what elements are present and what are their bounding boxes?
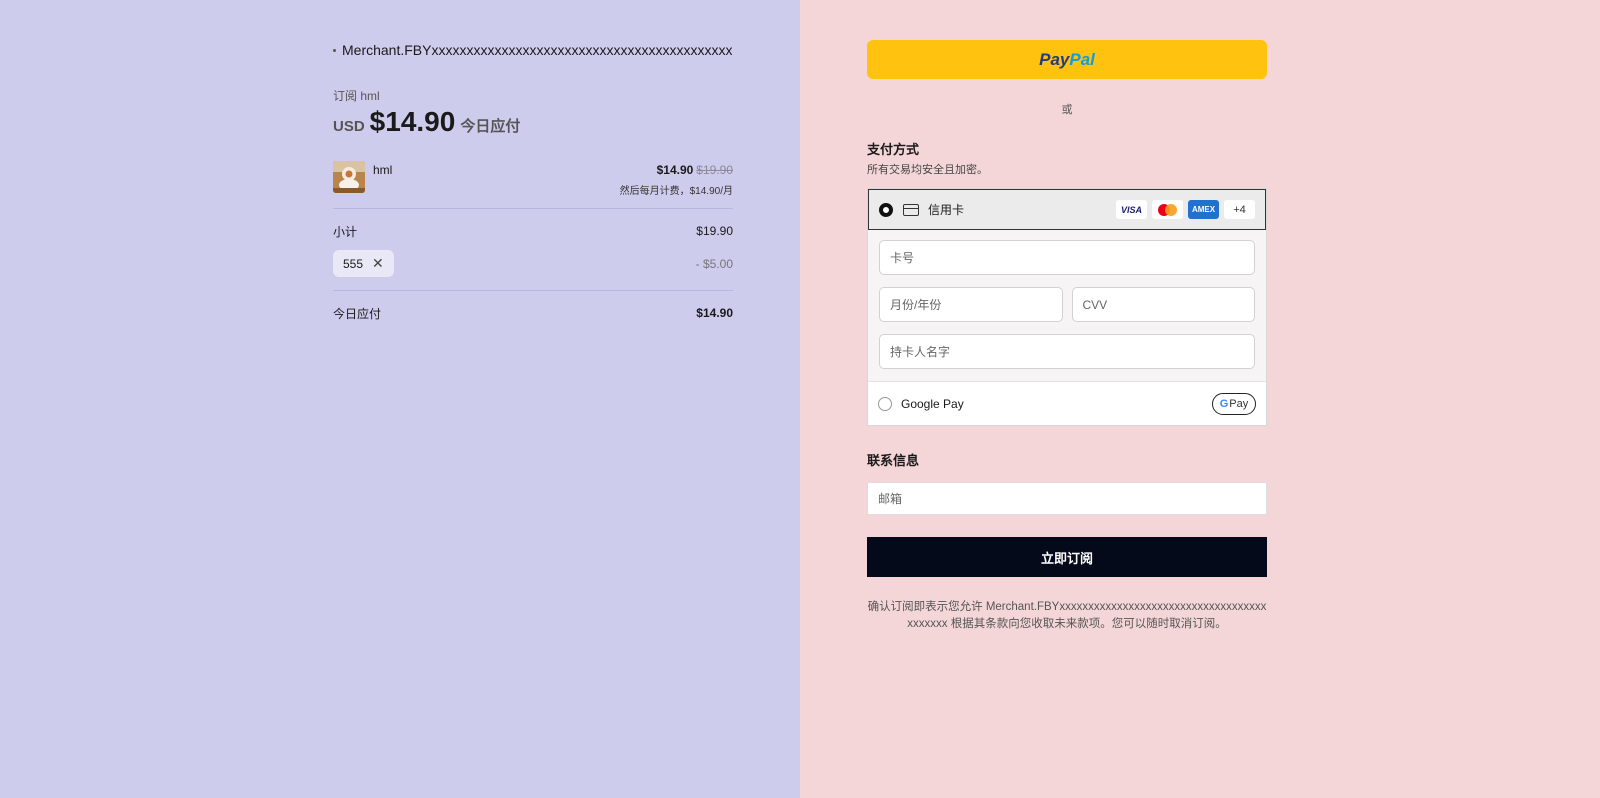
amex-icon: AMEX	[1188, 200, 1219, 219]
amount-due: $14.90	[369, 106, 456, 137]
card-expiry-cvv-row	[879, 287, 1255, 322]
total-value: $14.90	[696, 306, 733, 320]
legal-text: 确认订阅即表示您允许 Merchant.FBYxxxxxxxxxxxxxxxxx…	[867, 601, 1267, 630]
item-prices: $14.90 $19.90 然后每月计费，$14.90/月	[619, 161, 733, 197]
item-original-price: $19.90	[696, 163, 733, 177]
subscribe-label: 订阅 hml	[333, 89, 380, 103]
discount-value: - $5.00	[695, 256, 733, 271]
google-pay-icon: G Pay	[1212, 392, 1256, 415]
paypal-button[interactable]: Pay Pal	[867, 40, 1267, 79]
google-pay-label: Google Pay	[901, 396, 964, 411]
subtotal-value: $19.90	[696, 224, 733, 238]
visa-icon: VISA	[1116, 200, 1147, 219]
payment-form: Pay Pal 或 支付方式 所有交易均安全且加密。 信用卡 VISA AMEX …	[867, 40, 1267, 633]
merchant-name: Merchant.FBYxxxxxxxxxxxxxxxxxxxxxxxxxxxx…	[342, 42, 733, 58]
google-pay-option[interactable]: Google Pay G Pay	[868, 381, 1266, 425]
payment-method-box: 信用卡 VISA AMEX +4 Google Pay GPay	[867, 188, 1267, 426]
close-icon[interactable]: ✕	[372, 255, 384, 272]
product-thumbnail-icon	[333, 161, 365, 193]
card-number-input[interactable]	[879, 240, 1255, 275]
cardholder-name-input[interactable]	[879, 334, 1255, 369]
coupon-chip: 555 ✕	[333, 250, 394, 277]
coupon-code: 555	[343, 256, 364, 271]
item-recurring-note: 然后每月计费，$14.90/月	[619, 186, 733, 197]
or-separator: 或	[1061, 104, 1073, 116]
credit-card-icon	[903, 203, 919, 216]
amount-suffix: 今日应付	[460, 118, 521, 135]
divider	[333, 290, 733, 291]
item-name: hml	[373, 163, 393, 177]
subtotal-label: 小计	[333, 224, 358, 239]
merchant-header: Merchant.FBYxxxxxxxxxxxxxxxxxxxxxxxxxxxx…	[333, 40, 733, 60]
total-label: 今日应付	[333, 306, 382, 321]
order-summary: Merchant.FBYxxxxxxxxxxxxxxxxxxxxxxxxxxxx…	[333, 40, 733, 321]
google-pay-radio[interactable]	[878, 396, 892, 411]
paypal-logo-part2: Pal	[1069, 49, 1095, 69]
more-brands-badge: +4	[1224, 200, 1255, 219]
payment-method-title: 支付方式	[867, 142, 920, 157]
total-row: 今日应付 $14.90	[333, 305, 733, 321]
subscribe-button[interactable]: 立即订阅	[867, 537, 1267, 577]
card-radio[interactable]	[879, 202, 893, 217]
card-fields	[868, 230, 1266, 381]
expiry-input[interactable]	[879, 287, 1063, 322]
subtotal-row: 小计 $19.90	[333, 223, 733, 239]
mastercard-icon	[1152, 200, 1183, 219]
paypal-logo-part1: Pay	[1039, 49, 1070, 69]
email-input[interactable]	[867, 482, 1267, 515]
currency-code: USD	[333, 118, 365, 135]
line-item: hml $14.90 $19.90 然后每月计费，$14.90/月	[333, 161, 733, 197]
item-price: $14.90	[656, 163, 694, 177]
price-headline: USD $14.90 今日应付	[333, 106, 733, 138]
merchant-logo-icon	[333, 48, 336, 52]
payment-method-subtitle: 所有交易均安全且加密。	[867, 164, 988, 176]
coupon-row: 555 ✕ - $5.00	[333, 250, 733, 277]
cvv-input[interactable]	[1071, 287, 1255, 322]
contact-title: 联系信息	[867, 453, 920, 468]
card-option[interactable]: 信用卡 VISA AMEX +4	[868, 189, 1266, 230]
divider	[333, 208, 733, 209]
card-option-label: 信用卡	[928, 203, 965, 217]
